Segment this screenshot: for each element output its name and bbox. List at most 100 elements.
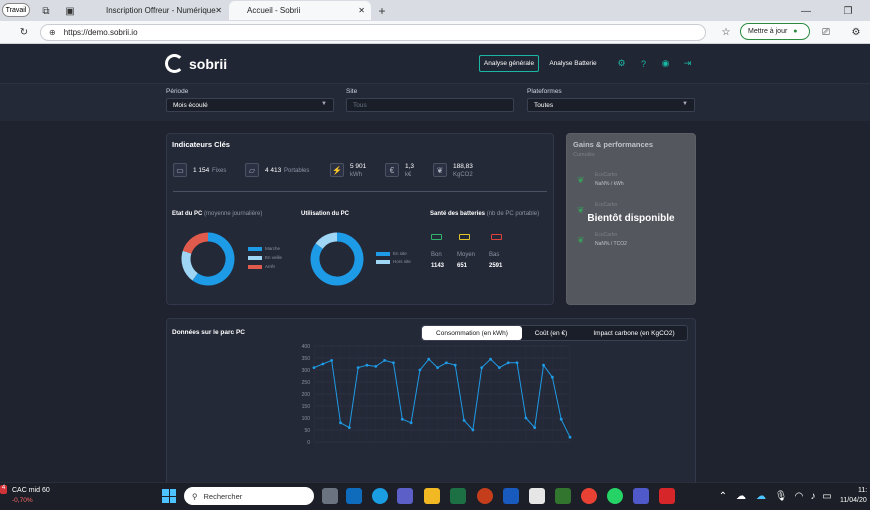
file-explorer-icon[interactable]	[424, 488, 440, 504]
data-point	[489, 357, 492, 361]
gain-label: EcoCarbo	[595, 232, 618, 238]
donut-slice	[181, 250, 198, 281]
tab-cout[interactable]: Coût (en €)	[524, 326, 578, 340]
tab-actions-icon[interactable]: ▣	[64, 5, 76, 17]
nav-analyse-batterie[interactable]: Analyse Batterie	[545, 55, 601, 72]
address-bar[interactable]: ⊕ https://demo.sobrii.io	[40, 24, 706, 41]
site-info-icon[interactable]: ⊕	[49, 28, 56, 37]
sante-bon-label: Bon	[431, 252, 442, 258]
data-point	[497, 366, 501, 369]
chevron-up-icon[interactable]: ⌃	[718, 491, 728, 502]
close-icon[interactable]: ✕	[215, 6, 222, 15]
acrobat-icon[interactable]	[659, 488, 675, 504]
microphone-muted-icon[interactable]: 🎙	[775, 491, 788, 502]
utilisation-legend: En site Hors site	[376, 251, 411, 264]
battery-bon-icon	[431, 234, 442, 240]
data-point	[515, 361, 519, 365]
teams-icon[interactable]	[633, 488, 649, 504]
collections-icon[interactable]: ⧉	[40, 5, 52, 17]
legend-veille: En veille	[248, 255, 282, 260]
sante-moyen-value: 651	[457, 263, 468, 269]
profile-button[interactable]: Travail	[2, 3, 30, 17]
gains-subtitle: Cumulés	[573, 152, 595, 158]
project-icon[interactable]	[555, 488, 571, 504]
favorites-icon[interactable]: ☆	[720, 26, 732, 38]
nav-analyse-generale[interactable]: Analyse générale	[479, 55, 539, 72]
utilisation-donut-chart	[310, 232, 364, 286]
sante-subtitle: (nb de PC portable)	[486, 211, 540, 217]
tab-impact-carbone[interactable]: Impact carbone (en KgCO2)	[580, 326, 688, 340]
periode-select[interactable]: Mois écoulé ▼	[166, 98, 334, 112]
excel-icon[interactable]	[450, 488, 466, 504]
reload-icon[interactable]: ↻	[18, 26, 30, 38]
tab-accueil[interactable]: Accueil - Sobrii ✕	[229, 1, 371, 20]
whatsapp-icon[interactable]	[607, 488, 623, 504]
legend-label: Hors site	[393, 259, 411, 264]
divider	[173, 191, 547, 192]
logo[interactable]: sobrii	[165, 54, 227, 73]
data-point	[356, 366, 360, 369]
ticker-name[interactable]: CAC mid 60	[12, 487, 50, 494]
chrome-icon[interactable]	[581, 488, 597, 504]
site-placeholder: Tous	[353, 101, 367, 109]
chevron-down-icon: ▼	[321, 101, 327, 107]
edge-icon[interactable]	[372, 488, 388, 504]
tab-inscription[interactable]: Inscription Offreur - Numérique ✕	[88, 1, 228, 20]
consumption-line-chart: 0 50 100 150 200 250 300 350 400	[302, 344, 572, 446]
task-view-icon[interactable]	[322, 488, 338, 504]
legend-label: Arrêt	[265, 264, 275, 269]
cloud-icon[interactable]: ☁	[736, 491, 746, 502]
word-icon[interactable]	[503, 488, 519, 504]
tab-consommation[interactable]: Consommation (en kWh)	[422, 326, 522, 340]
outlook-icon[interactable]	[346, 488, 362, 504]
extensions-icon[interactable]: ⚙	[850, 26, 862, 38]
screenshot-icon[interactable]: ⎚	[820, 26, 832, 38]
update-button[interactable]: Mettre à jour ●	[740, 23, 810, 40]
data-point	[312, 366, 316, 369]
snipping-tool-icon[interactable]	[529, 488, 545, 504]
data-point	[462, 419, 466, 422]
sante-bas-value: 2591	[489, 263, 503, 269]
store-icon[interactable]	[397, 488, 413, 504]
taskbar-search[interactable]: ⚲ Rechercher	[184, 487, 314, 505]
powerpoint-icon[interactable]	[477, 488, 493, 504]
close-icon[interactable]: ✕	[358, 6, 365, 15]
restore-icon[interactable]: ❐	[842, 5, 854, 17]
data-point	[330, 359, 334, 362]
utilisation-title: Utilisation du PC	[301, 211, 349, 217]
site-select[interactable]: Tous	[346, 98, 514, 112]
data-point	[365, 363, 369, 367]
minimize-icon[interactable]: —	[800, 5, 812, 17]
clock-time[interactable]: 11:	[858, 487, 867, 494]
data-point	[524, 416, 528, 420]
ticker-badge: 4	[0, 485, 7, 494]
clock-date[interactable]: 11/04/20	[840, 497, 867, 504]
logout-icon[interactable]: ⇥	[682, 58, 693, 69]
data-point	[445, 361, 448, 365]
logo-mark-icon	[165, 54, 184, 73]
y-tick-label: 350	[302, 356, 311, 362]
plateformes-select[interactable]: Toutes ▼	[527, 98, 695, 112]
user-icon[interactable]: ◉	[660, 58, 671, 69]
address-text[interactable]: https://demo.sobrii.io	[64, 28, 138, 37]
battery-icon[interactable]: ▭	[822, 491, 832, 502]
data-point	[471, 428, 475, 432]
data-point	[550, 375, 554, 379]
windows-start-icon[interactable]	[162, 489, 176, 503]
legend-label: En site	[393, 251, 407, 256]
y-tick-label: 200	[302, 392, 311, 398]
chevron-down-icon: ▼	[682, 101, 688, 107]
onedrive-icon[interactable]: ☁	[756, 491, 766, 502]
money-icon: €	[385, 163, 399, 177]
settings-icon[interactable]: ⚙	[616, 58, 627, 69]
sante-moyen-label: Moyen	[457, 252, 476, 258]
etat-donut-chart	[181, 232, 235, 286]
wifi-icon[interactable]: ◠	[794, 491, 804, 502]
help-icon[interactable]: ?	[638, 58, 649, 69]
site-label: Site	[346, 88, 358, 95]
battery-bas-icon	[491, 234, 502, 240]
volume-icon[interactable]: ♪	[808, 491, 818, 502]
data-point	[400, 417, 404, 421]
leaf-icon: ❦	[433, 163, 447, 177]
new-tab-icon[interactable]: +	[376, 4, 388, 18]
